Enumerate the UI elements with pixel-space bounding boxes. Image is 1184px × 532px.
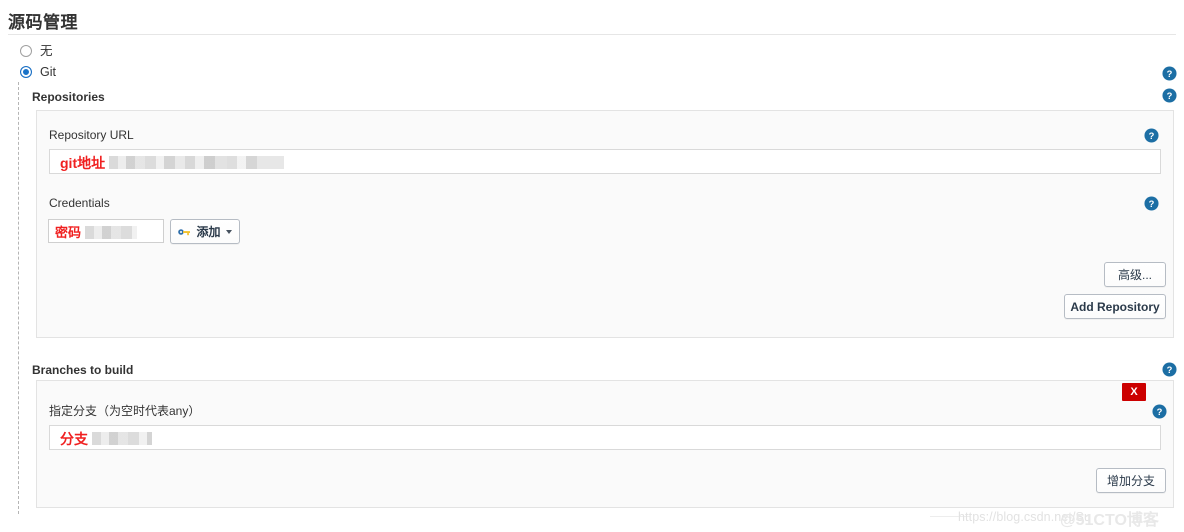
key-icon xyxy=(178,227,191,237)
svg-text:?: ? xyxy=(1149,199,1155,209)
page-title: 源码管理 xyxy=(8,13,78,32)
scm-option-none[interactable]: 无 xyxy=(20,45,53,58)
scm-option-git-label: Git xyxy=(40,65,56,79)
advanced-button[interactable]: 高级... xyxy=(1104,262,1166,287)
credentials-redaction xyxy=(85,225,138,239)
watermark-url: https://blog.csdn.net/Su xyxy=(958,510,1092,524)
branch-specifier-redaction xyxy=(92,432,152,445)
repository-url-label: Repository URL xyxy=(49,128,134,142)
repositories-label: Repositories xyxy=(32,90,105,104)
help-icon-repository-url[interactable]: ? xyxy=(1144,128,1159,143)
add-branch-button[interactable]: 增加分支 xyxy=(1096,468,1166,493)
help-icon-git[interactable]: ? xyxy=(1162,66,1177,81)
svg-text:?: ? xyxy=(1167,365,1173,375)
watermark-brand: @51CTO博客 xyxy=(1060,512,1159,529)
add-repository-label: Add Repository xyxy=(1070,299,1160,314)
branch-specifier-label: 指定分支（为空时代表any） xyxy=(49,404,201,418)
scm-option-git[interactable]: Git xyxy=(20,66,56,79)
svg-text:?: ? xyxy=(1167,69,1173,79)
repository-url-redaction xyxy=(109,156,285,169)
credentials-label: Credentials xyxy=(49,196,110,210)
radio-none-icon[interactable] xyxy=(20,45,32,58)
watermark-rule xyxy=(930,516,970,517)
branch-specifier-value: 分支 xyxy=(60,430,88,447)
svg-text:?: ? xyxy=(1149,131,1155,141)
advanced-button-label: 高级... xyxy=(1117,268,1152,282)
repository-url-value: git地址 xyxy=(60,154,106,171)
add-credentials-label: 添加 xyxy=(196,225,221,239)
credentials-select[interactable]: 密码 xyxy=(48,219,164,243)
help-icon-branch-specifier[interactable]: ? xyxy=(1152,404,1167,419)
title-divider xyxy=(8,34,1176,35)
delete-branch-button[interactable]: X xyxy=(1122,383,1146,401)
git-section-guide xyxy=(18,82,19,514)
scm-option-none-label: 无 xyxy=(40,44,53,58)
branch-specifier-input[interactable]: 分支 xyxy=(49,425,1161,450)
add-credentials-button[interactable]: 添加 xyxy=(170,219,240,244)
branches-to-build-label: Branches to build xyxy=(32,363,134,377)
add-repository-button[interactable]: Add Repository xyxy=(1064,294,1166,319)
help-icon-credentials[interactable]: ? xyxy=(1144,196,1159,211)
help-icon-repositories[interactable]: ? xyxy=(1162,88,1177,103)
add-branch-label: 增加分支 xyxy=(1106,474,1155,488)
repository-url-input[interactable]: git地址 xyxy=(49,149,1161,174)
svg-text:?: ? xyxy=(1167,91,1173,101)
credentials-value: 密码 xyxy=(55,224,82,240)
radio-git-icon[interactable] xyxy=(20,66,32,79)
scm-configuration-page: 源码管理 无 Git ? ? Repositories Repository U… xyxy=(0,0,1184,532)
help-icon-branches[interactable]: ? xyxy=(1162,362,1177,377)
svg-text:?: ? xyxy=(1157,407,1163,417)
branch-panel: 指定分支（为空时代表any） 分支 xyxy=(36,380,1174,508)
chevron-down-icon xyxy=(225,229,232,234)
